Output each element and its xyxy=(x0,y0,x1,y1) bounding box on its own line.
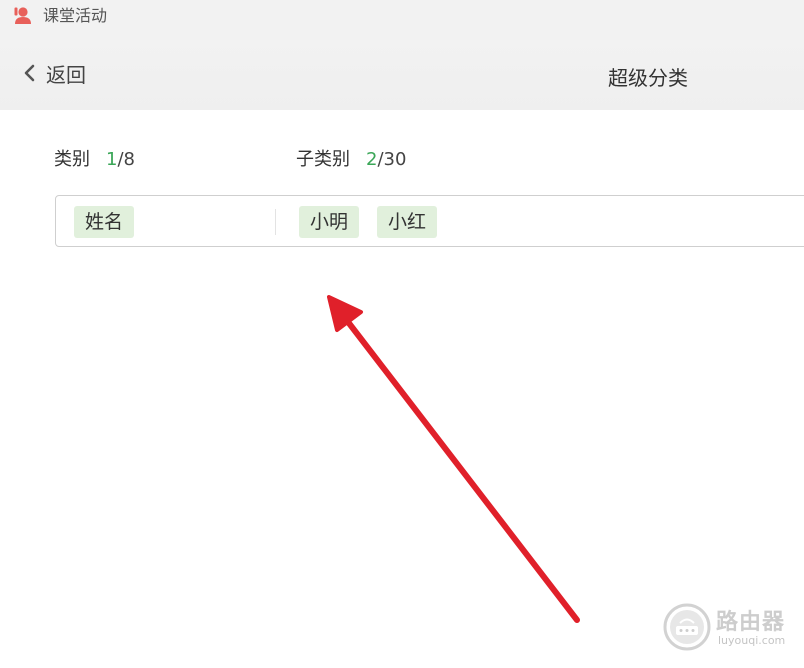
page-title: 超级分类 xyxy=(608,66,688,90)
user-icon xyxy=(14,7,31,24)
router-logo-icon xyxy=(663,603,711,651)
subcategory-count: 子类别 2/30 xyxy=(296,148,406,172)
watermark: 路由器 luyouqi.com xyxy=(662,602,802,662)
app-title: 课堂活动 xyxy=(43,6,108,25)
tag-divider xyxy=(275,209,276,235)
app-window: 课堂活动 返回 超级分类 类别 1/8 子类别 2/30 姓名 小明 小红 路由… xyxy=(0,0,804,668)
subcategory-tag[interactable]: 小明 xyxy=(299,206,360,238)
subcategory-count-total: /30 xyxy=(377,149,407,170)
tag-panel: 姓名 小明 小红 xyxy=(55,195,804,247)
category-tag[interactable]: 姓名 xyxy=(74,206,135,238)
category-count-label: 类别 xyxy=(54,149,90,170)
category-count: 类别 1/8 xyxy=(54,148,135,172)
header-bar: 返回 超级分类 xyxy=(0,34,804,110)
title-bar: 课堂活动 xyxy=(0,0,804,34)
back-label: 返回 xyxy=(46,62,86,87)
chevron-left-icon xyxy=(24,64,35,82)
subcategory-count-label: 子类别 xyxy=(296,149,350,170)
watermark-name: 路由器 xyxy=(716,610,786,635)
watermark-url: luyouqi.com xyxy=(718,634,786,647)
back-button[interactable]: 返回 xyxy=(22,60,86,87)
subcategory-count-current: 2 xyxy=(366,149,378,170)
category-count-total: /8 xyxy=(117,149,135,170)
subcategory-tag[interactable]: 小红 xyxy=(377,206,438,238)
category-count-current: 1 xyxy=(106,149,118,170)
